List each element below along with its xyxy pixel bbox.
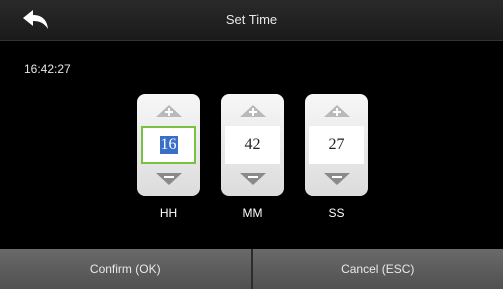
minute-value: 42 [244,136,261,153]
cancel-button[interactable]: Cancel (ESC) [252,249,503,289]
plus-icon [155,105,182,117]
title-bar: Set Time [0,0,503,41]
hour-value: 16 [159,136,178,154]
second-field[interactable]: 27 [309,126,364,164]
hour-field[interactable]: 16 [141,126,196,164]
hour-spinner: 16 [137,94,200,196]
second-spinner: 27 [305,94,368,196]
hour-increment-button[interactable] [137,98,200,124]
plus-icon [323,105,350,117]
hour-label: HH [159,206,178,220]
second-increment-button[interactable] [305,98,368,124]
minus-icon [155,173,182,185]
current-time: 16:42:27 [24,62,71,76]
minus-icon [323,173,350,185]
minute-label: MM [242,206,263,220]
confirm-button[interactable]: Confirm (OK) [0,249,251,289]
second-label: SS [328,206,345,220]
minute-decrement-button[interactable] [221,166,284,192]
action-bar: Confirm (OK) Cancel (ESC) [0,249,503,289]
minute-field[interactable]: 42 [225,126,280,164]
page-title: Set Time [225,12,278,27]
minus-icon [239,173,266,185]
minute-spinner: 42 [221,94,284,196]
plus-icon [239,105,266,117]
second-value: 27 [328,136,345,153]
second-decrement-button[interactable] [305,166,368,192]
hour-decrement-button[interactable] [137,166,200,192]
minute-increment-button[interactable] [221,98,284,124]
